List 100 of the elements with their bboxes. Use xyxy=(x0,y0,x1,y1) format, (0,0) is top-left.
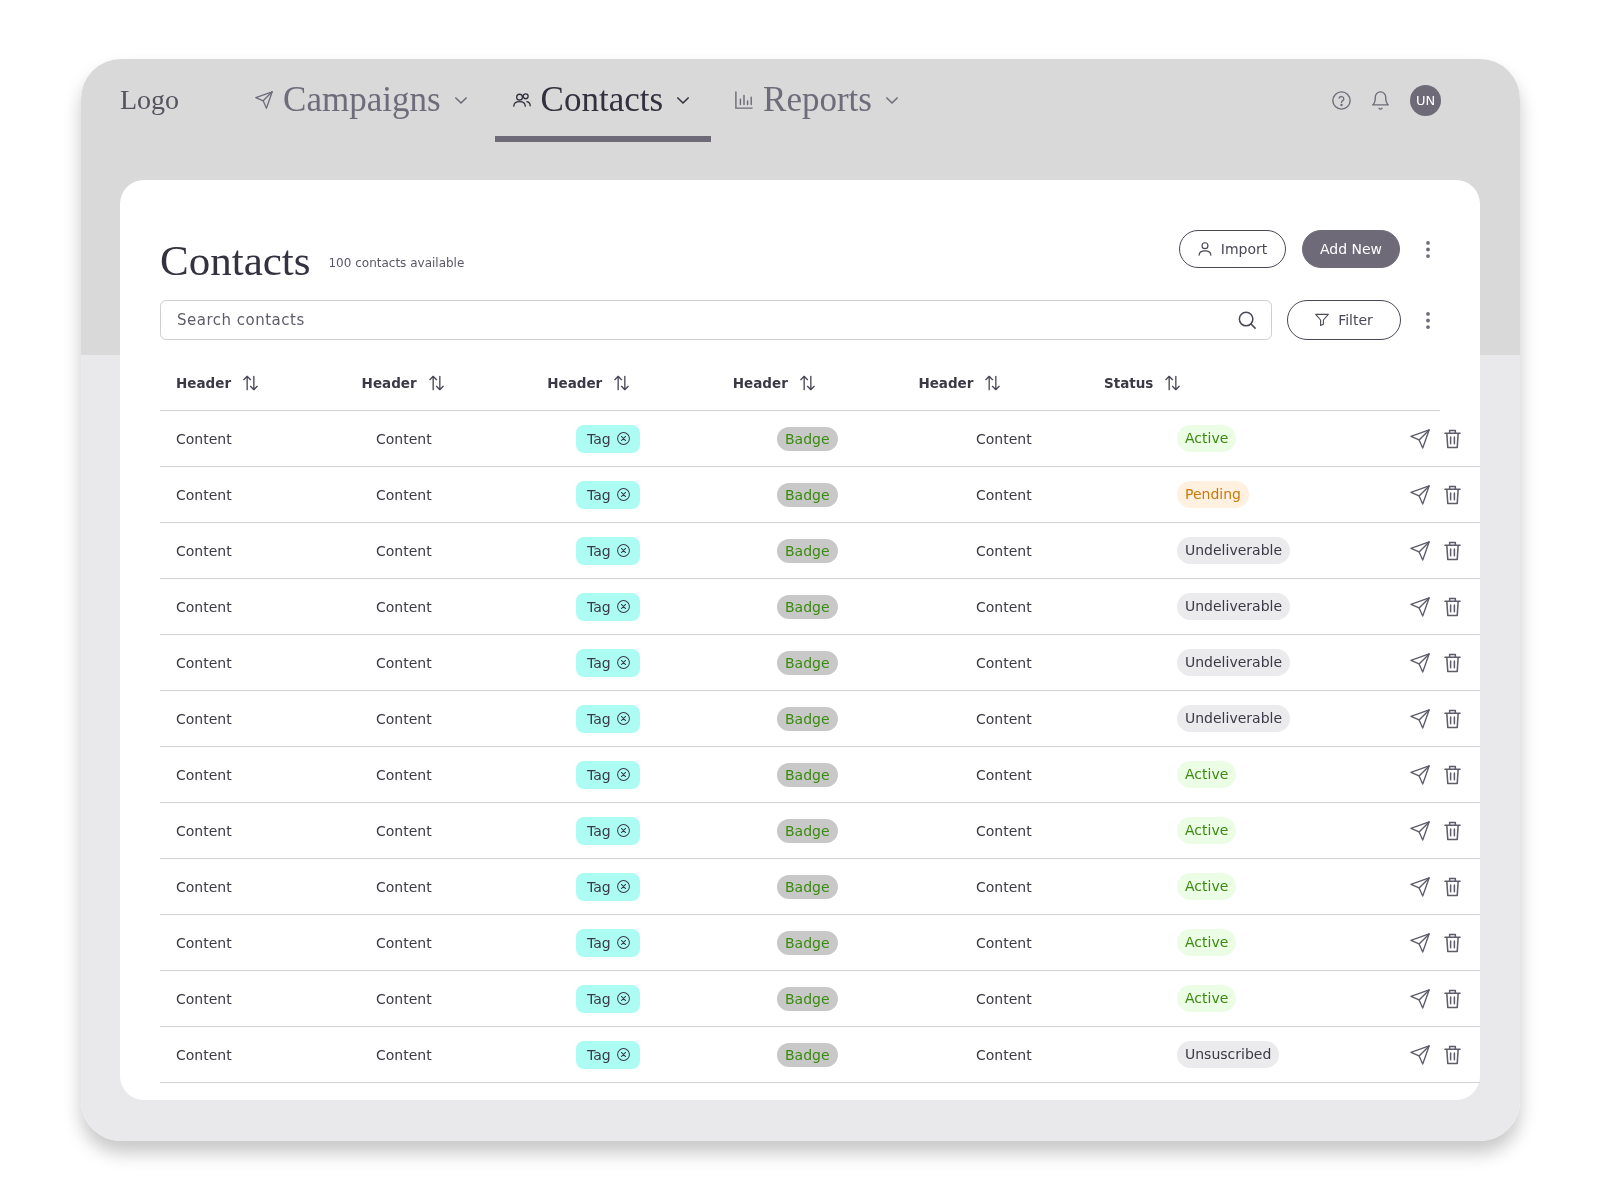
table-cell: Content xyxy=(976,1046,1032,1063)
close-icon[interactable] xyxy=(616,656,630,669)
chevron-down-icon xyxy=(885,96,898,104)
badge: Badge xyxy=(777,650,838,675)
table-cell: Content xyxy=(376,486,432,503)
table-cell: Content xyxy=(176,766,232,783)
paper-plane-icon[interactable] xyxy=(1410,932,1430,953)
status-badge: Active xyxy=(1177,985,1237,1012)
column-header: Header xyxy=(176,375,232,391)
sort-icon[interactable] xyxy=(799,375,815,391)
tag-text: Tag xyxy=(587,710,611,727)
table-cell: Content xyxy=(176,598,232,615)
logo-text[interactable]: Logo xyxy=(120,77,180,123)
table-cell: Content xyxy=(976,486,1032,503)
table-cell: Content xyxy=(176,1046,232,1063)
table-cell: Content xyxy=(376,934,432,951)
trash-icon[interactable] xyxy=(1444,540,1461,561)
status-badge: Active xyxy=(1177,929,1237,956)
paper-plane-icon[interactable] xyxy=(1410,596,1430,617)
table-cell: Content xyxy=(376,598,432,615)
close-icon[interactable] xyxy=(616,824,630,837)
table-cell: Content xyxy=(976,766,1032,783)
tag-text: Tag xyxy=(587,822,611,839)
paper-plane-icon[interactable] xyxy=(1410,540,1430,561)
table-cell: Content xyxy=(976,542,1032,559)
column-header: Header xyxy=(547,375,603,391)
bell-icon[interactable] xyxy=(1371,90,1390,110)
trash-icon[interactable] xyxy=(1444,1044,1461,1065)
trash-icon[interactable] xyxy=(1444,988,1461,1009)
sort-icon[interactable] xyxy=(614,375,630,391)
table-cell: Content xyxy=(176,822,232,839)
trash-icon[interactable] xyxy=(1444,708,1461,729)
avatar[interactable]: UN xyxy=(1410,84,1441,116)
table-cell: Content xyxy=(976,710,1032,727)
close-icon[interactable] xyxy=(616,880,630,893)
table-cell: Content xyxy=(976,654,1032,671)
badge: Badge xyxy=(777,818,838,843)
badge: Badge xyxy=(777,1042,838,1067)
sort-icon[interactable] xyxy=(1165,375,1181,391)
trash-icon[interactable] xyxy=(1444,932,1461,953)
paper-plane-icon[interactable] xyxy=(1410,428,1430,449)
badge: Badge xyxy=(777,426,838,451)
table-cell: Content xyxy=(176,430,232,447)
close-icon[interactable] xyxy=(616,768,630,781)
filter-button[interactable]: Filter xyxy=(1287,300,1401,340)
search-icon[interactable] xyxy=(1238,311,1256,329)
status-badge: Undeliverable xyxy=(1177,705,1291,732)
tag-text: Tag xyxy=(587,542,611,559)
page-title: Contacts xyxy=(160,236,311,286)
close-icon[interactable] xyxy=(616,936,630,949)
close-icon[interactable] xyxy=(616,712,630,725)
trash-icon[interactable] xyxy=(1444,820,1461,841)
more-icon[interactable] xyxy=(1426,311,1430,329)
table-cell: Content xyxy=(376,710,432,727)
sort-icon[interactable] xyxy=(428,375,444,391)
tag-text: Tag xyxy=(587,990,611,1007)
trash-icon[interactable] xyxy=(1444,596,1461,617)
help-icon[interactable] xyxy=(1332,90,1351,110)
sort-icon[interactable] xyxy=(985,375,1001,391)
status-badge: Undeliverable xyxy=(1177,593,1291,620)
paper-plane-icon[interactable] xyxy=(1410,876,1430,897)
close-icon[interactable] xyxy=(616,1048,630,1061)
trash-icon[interactable] xyxy=(1444,876,1461,897)
badge: Badge xyxy=(777,762,838,787)
close-icon[interactable] xyxy=(616,600,630,613)
more-icon[interactable] xyxy=(1426,240,1430,258)
nav-tab[interactable]: Contacts xyxy=(494,77,712,142)
import-button[interactable]: Import xyxy=(1179,230,1286,268)
table-cell: Content xyxy=(376,766,432,783)
paper-plane-icon[interactable] xyxy=(1410,1044,1430,1065)
table-cell: Content xyxy=(176,710,232,727)
paper-plane-icon[interactable] xyxy=(1410,708,1430,729)
tag-text: Tag xyxy=(587,878,611,895)
nav-tab[interactable]: Campaigns xyxy=(237,77,489,142)
search-field[interactable]: Search contacts xyxy=(160,300,1272,340)
trash-icon[interactable] xyxy=(1444,652,1461,673)
table-cell: Content xyxy=(376,878,432,895)
column-header: Header xyxy=(361,375,417,391)
paper-plane-icon[interactable] xyxy=(1410,764,1430,785)
badge: Badge xyxy=(777,986,838,1011)
paper-plane-icon[interactable] xyxy=(1410,820,1430,841)
nav-tab[interactable]: Reports xyxy=(717,77,920,142)
close-icon[interactable] xyxy=(616,992,630,1005)
paper-plane-icon[interactable] xyxy=(1410,484,1430,505)
paper-plane-icon[interactable] xyxy=(1410,988,1430,1009)
close-icon[interactable] xyxy=(616,432,630,445)
trash-icon[interactable] xyxy=(1444,484,1461,505)
sort-icon[interactable] xyxy=(243,375,259,391)
trash-icon[interactable] xyxy=(1444,428,1461,449)
badge: Badge xyxy=(777,538,838,563)
table-cell: Content xyxy=(976,990,1032,1007)
trash-icon[interactable] xyxy=(1444,764,1461,785)
badge: Badge xyxy=(777,594,838,619)
close-icon[interactable] xyxy=(616,544,630,557)
table-cell: Content xyxy=(176,990,232,1007)
add-new-button[interactable]: Add New xyxy=(1302,230,1400,268)
chevron-down-icon xyxy=(677,96,690,104)
close-icon[interactable] xyxy=(616,488,630,501)
paper-plane-icon[interactable] xyxy=(1410,652,1430,673)
table-cell: Content xyxy=(376,1046,432,1063)
